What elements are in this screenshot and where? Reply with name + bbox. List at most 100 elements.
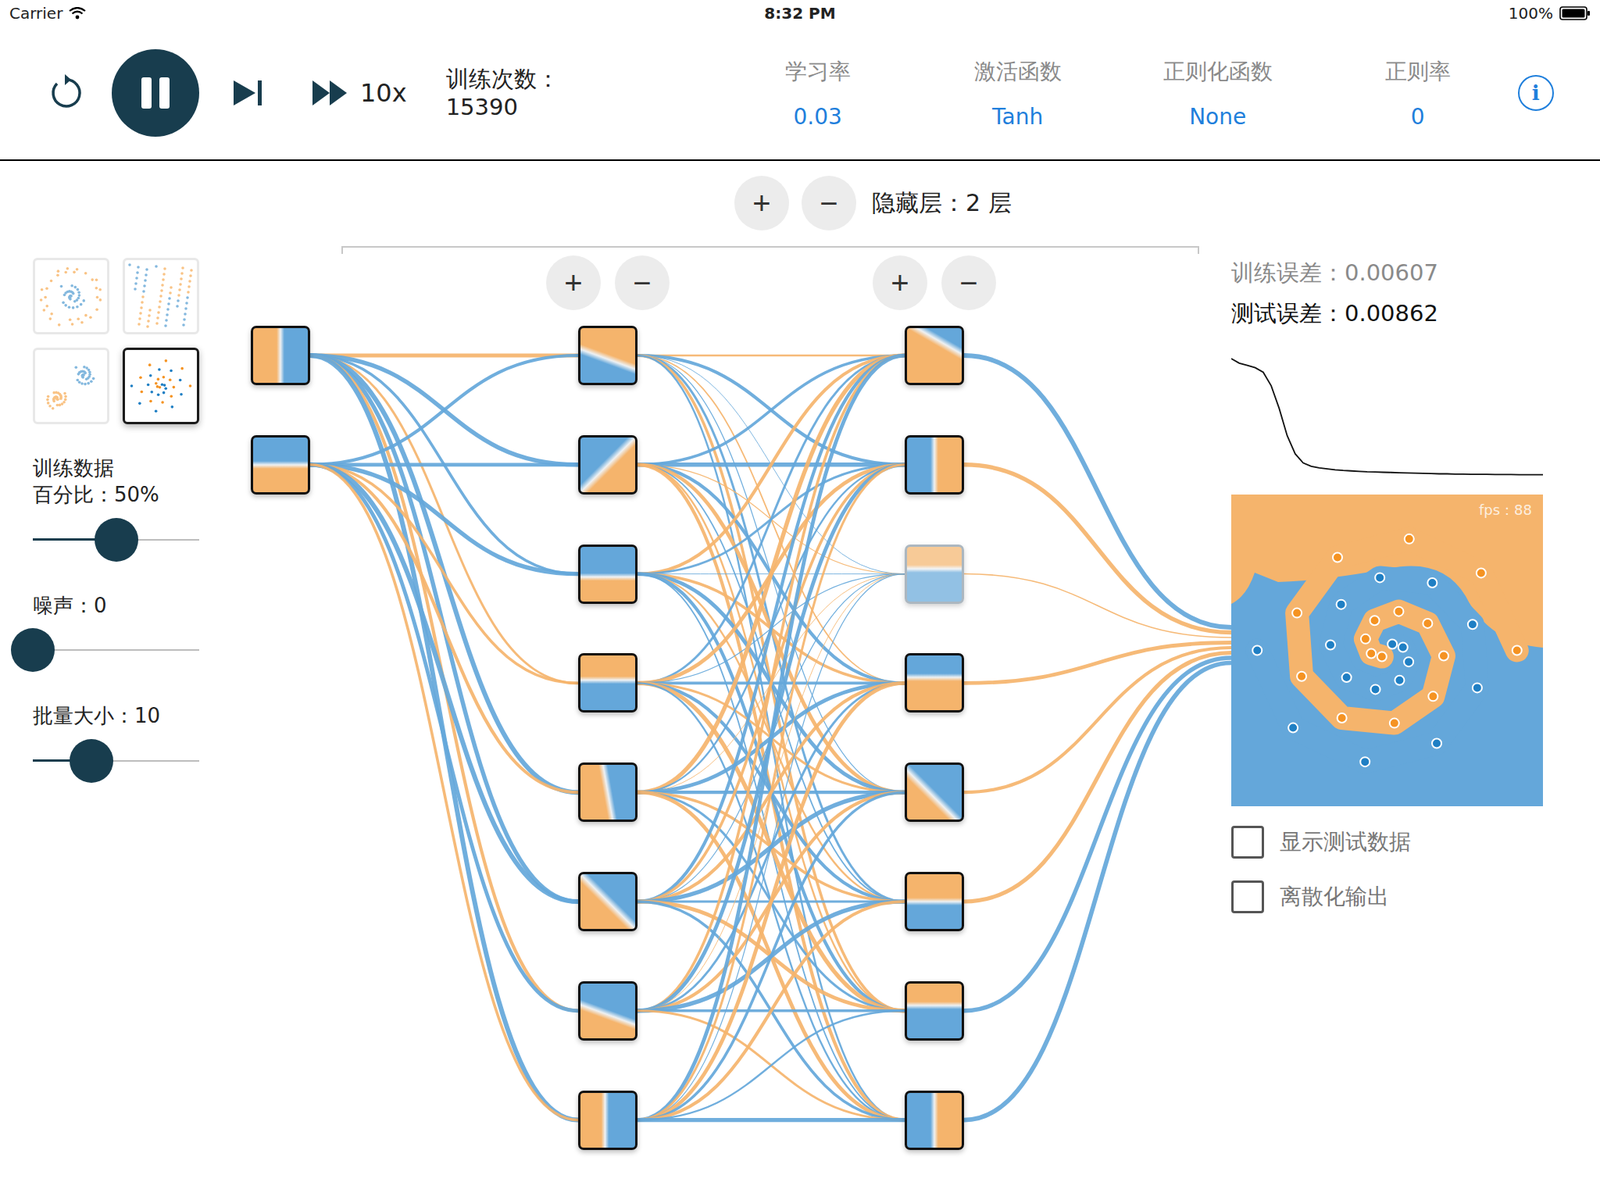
neuron-node[interactable] — [904, 871, 965, 932]
weight-link[interactable] — [310, 464, 579, 684]
neuron-node[interactable] — [904, 1090, 965, 1150]
setting-value[interactable]: 0.03 — [792, 103, 842, 130]
slider[interactable] — [32, 517, 200, 562]
checkbox-row[interactable]: 离散化输出 — [1231, 878, 1600, 916]
weight-link[interactable] — [310, 355, 579, 1121]
neuron-node[interactable] — [578, 871, 638, 932]
setting-value[interactable]: None — [1189, 103, 1247, 130]
checkbox[interactable] — [1231, 825, 1265, 859]
decision-boundary — [1231, 494, 1543, 807]
neuron-node[interactable] — [578, 981, 638, 1041]
data-point — [1325, 640, 1336, 650]
slider[interactable] — [32, 739, 200, 783]
checkbox[interactable] — [1231, 880, 1265, 914]
weight-link[interactable] — [637, 355, 905, 1011]
weight-link[interactable] — [637, 355, 905, 575]
remove-layer-button[interactable]: − — [801, 175, 857, 231]
weight-link[interactable] — [964, 355, 1232, 628]
battery-level: 100% — [1508, 3, 1554, 23]
weight-link[interactable] — [310, 464, 579, 1121]
weight-link[interactable] — [637, 682, 905, 1120]
neuron-node[interactable] — [578, 653, 638, 713]
weight-link[interactable] — [310, 464, 579, 902]
circle-dataset-icon — [35, 260, 108, 333]
weight-link[interactable] — [637, 574, 905, 1121]
weight-link[interactable] — [964, 574, 1232, 638]
weight-link[interactable] — [310, 355, 579, 1011]
remove-neuron-button[interactable]: − — [941, 255, 997, 311]
weight-link[interactable] — [310, 462, 579, 467]
neuron-node[interactable] — [904, 981, 965, 1041]
setting-control[interactable]: 学习率0.03 — [717, 57, 918, 130]
weight-link[interactable] — [310, 355, 579, 902]
setting-value[interactable]: 0 — [1410, 103, 1425, 130]
reset-button[interactable] — [31, 57, 102, 129]
neuron-node[interactable] — [904, 653, 965, 713]
setting-value[interactable]: Tanh — [992, 103, 1043, 130]
dataset-thumbnail[interactable] — [32, 257, 110, 335]
neuron-node[interactable] — [904, 762, 965, 822]
weight-link[interactable] — [637, 355, 905, 793]
slider-knob[interactable] — [69, 739, 114, 783]
weight-link[interactable] — [637, 354, 905, 357]
slider[interactable] — [32, 628, 200, 672]
weight-link[interactable] — [637, 464, 905, 1121]
weight-link[interactable] — [637, 1010, 905, 1121]
dataset-thumbnail[interactable] — [122, 347, 200, 425]
weight-link[interactable] — [637, 355, 905, 902]
neuron-node[interactable] — [578, 325, 638, 386]
weight-link[interactable] — [964, 663, 1232, 1121]
setting-control[interactable]: 正则率0 — [1317, 57, 1518, 130]
weight-link[interactable] — [637, 901, 905, 1121]
weight-link[interactable] — [310, 355, 579, 465]
weight-link[interactable] — [637, 682, 905, 1120]
data-point — [1377, 651, 1387, 661]
add-layer-button[interactable]: + — [734, 175, 790, 231]
weight-link[interactable] — [310, 464, 579, 1011]
weight-link[interactable] — [310, 353, 579, 358]
neuron-node[interactable] — [904, 325, 965, 386]
slider-knob[interactable] — [94, 517, 139, 562]
weight-link[interactable] — [964, 653, 1232, 903]
weight-link[interactable] — [637, 355, 905, 902]
toolbar: 10x训练次数：15390学习率0.03激活函数Tanh正则化函数None正则率… — [0, 26, 1600, 161]
weight-link[interactable] — [637, 1117, 905, 1122]
loss-line — [1231, 358, 1543, 475]
weight-link[interactable] — [637, 355, 905, 1121]
fast-forward-button[interactable] — [310, 57, 350, 129]
weight-link[interactable] — [637, 792, 905, 1120]
weight-link[interactable] — [637, 901, 905, 1121]
info-button[interactable]: i — [1517, 75, 1554, 111]
weight-link[interactable] — [637, 574, 905, 1121]
setting-control[interactable]: 激活函数Tanh — [917, 57, 1118, 130]
slider-knob[interactable] — [10, 628, 55, 672]
neuron-node[interactable] — [578, 544, 638, 604]
weight-link[interactable] — [310, 355, 579, 575]
weight-link[interactable] — [964, 464, 1232, 633]
weight-link[interactable] — [637, 355, 905, 793]
dataset-thumbnail[interactable] — [32, 347, 110, 425]
input-node[interactable] — [250, 435, 311, 495]
weight-link[interactable] — [637, 464, 905, 1121]
dataset-thumbnail[interactable] — [122, 257, 200, 335]
input-node[interactable] — [250, 325, 311, 386]
neuron-node[interactable] — [578, 1090, 638, 1150]
neuron-node[interactable] — [578, 762, 638, 822]
play-pause-button[interactable] — [111, 49, 200, 137]
speed-label[interactable]: 10x — [360, 78, 408, 108]
weight-link[interactable] — [637, 355, 905, 575]
add-neuron-button[interactable]: + — [546, 255, 601, 311]
neuron-node[interactable] — [904, 544, 965, 604]
add-neuron-button[interactable]: + — [872, 255, 928, 311]
neuron-node[interactable] — [578, 435, 638, 495]
battery-icon — [1559, 6, 1591, 21]
weight-link[interactable] — [637, 792, 905, 1120]
weight-link[interactable] — [964, 657, 1232, 1011]
weight-link[interactable] — [637, 355, 905, 1121]
weight-link[interactable] — [637, 355, 905, 1011]
step-button[interactable] — [228, 57, 268, 129]
setting-control[interactable]: 正则化函数None — [1117, 57, 1318, 130]
remove-neuron-button[interactable]: − — [614, 255, 670, 311]
checkbox-row[interactable]: 显示测试数据 — [1231, 823, 1600, 861]
neuron-node[interactable] — [904, 435, 965, 495]
